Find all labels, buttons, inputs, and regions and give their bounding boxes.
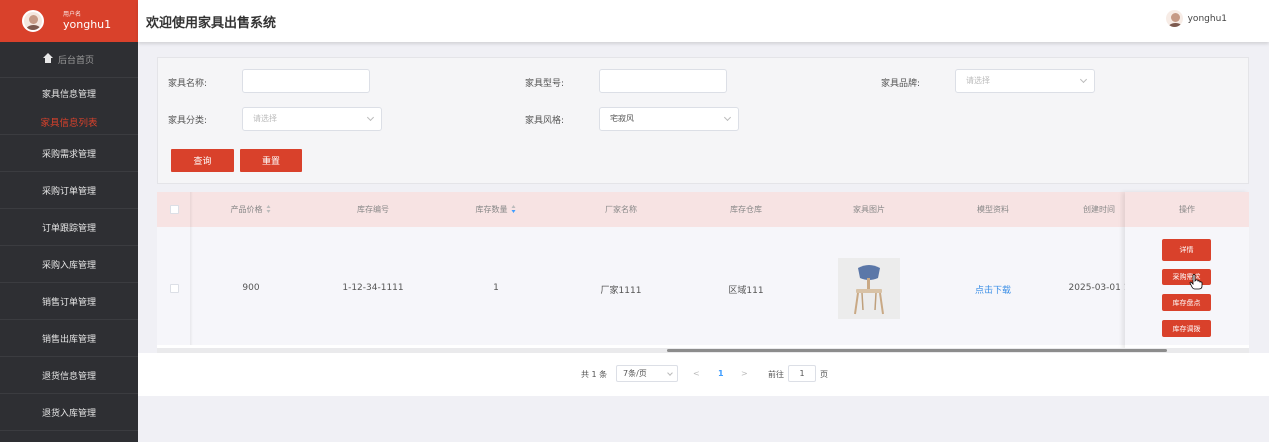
hand-cursor-icon — [1189, 274, 1203, 290]
brand-select[interactable]: 请选择 — [955, 69, 1095, 93]
sidebar-item-label: 后台首页 — [57, 56, 94, 66]
query-button[interactable]: 查询 — [171, 149, 234, 172]
header-user-menu[interactable]: yonghu1 — [1165, 10, 1227, 27]
home-icon — [42, 52, 53, 64]
sidebar-item-furniture-list[interactable]: 家具信息列表 — [0, 109, 138, 135]
data-table: 产品价格 库存编号 库存数量 厂家名称 库存仓库 家具图片 模型资料 创建时间 … — [157, 192, 1249, 353]
sort-icon[interactable] — [511, 205, 517, 213]
chevron-down-icon — [1079, 75, 1088, 84]
chair-image — [838, 258, 900, 319]
inventory-transfer-button[interactable]: 库存调拨 — [1162, 320, 1211, 337]
user-name: yonghu1 — [63, 18, 112, 31]
download-link[interactable]: 点击下载 — [975, 283, 1011, 296]
model-label: 家具型号: — [525, 79, 565, 89]
sidebar-item-sales-outbound[interactable]: 销售出库管理 — [0, 320, 138, 357]
chevron-down-icon — [667, 370, 673, 376]
pagination: 共 1 条 7条/页 < 1 > 前往 1 页 — [138, 353, 1269, 396]
header-user-name: yonghu1 — [1187, 13, 1227, 24]
col-created: 创建时间 — [1083, 205, 1115, 214]
detail-button[interactable]: 详情 — [1162, 239, 1211, 261]
sidebar-item-sales-order[interactable]: 销售订单管理 — [0, 283, 138, 320]
search-panel: 家具名称: 家具型号: 家具品牌: 请选择 家具分类: 请选择 家具风格: 宅寂… — [157, 57, 1249, 184]
category-select[interactable]: 请选择 — [242, 107, 382, 131]
cell-stock-no: 1-12-34-1111 — [342, 283, 404, 293]
brand-label: 家具品牌: — [881, 79, 921, 89]
col-price[interactable]: 产品价格 — [231, 204, 272, 215]
furniture-image — [838, 258, 900, 319]
sidebar-item-order-tracking[interactable]: 订单跟踪管理 — [0, 209, 138, 246]
category-placeholder: 请选择 — [253, 114, 277, 123]
sidebar-item-purchase-inbound[interactable]: 采购入库管理 — [0, 246, 138, 283]
col-manufacturer: 厂家名称 — [605, 205, 637, 214]
name-label: 家具名称: — [168, 79, 208, 89]
chevron-down-icon — [366, 113, 375, 122]
col-warehouse: 库存仓库 — [730, 205, 762, 214]
sort-icon[interactable] — [266, 205, 272, 213]
purchase-demand-button[interactable]: 采购需求 — [1162, 269, 1211, 285]
top-header: 欢迎使用家具出售系统 yonghu1 — [138, 0, 1269, 42]
col-quantity[interactable]: 库存数量 — [476, 204, 517, 215]
cell-warehouse: 区域111 — [728, 286, 764, 296]
col-model-doc: 模型资料 — [977, 205, 1009, 214]
name-input[interactable] — [242, 69, 370, 93]
page-1-button[interactable]: 1 — [718, 369, 724, 378]
style-label: 家具风格: — [525, 116, 565, 126]
table-header: 产品价格 库存编号 库存数量 厂家名称 库存仓库 家具图片 模型资料 创建时间 — [157, 192, 1249, 227]
cell-manufacturer: 厂家1111 — [600, 286, 642, 296]
sidebar-group-furniture[interactable]: 家具信息管理 — [0, 78, 138, 109]
cell-price: 900 — [242, 283, 260, 293]
next-page-button[interactable]: > — [741, 369, 748, 378]
sidebar-item-purchase-demand[interactable]: 采购需求管理 — [0, 135, 138, 172]
page-suffix: 页 — [820, 370, 828, 379]
page-size-select[interactable]: 7条/页 — [616, 365, 678, 382]
sidebar: 用户名 yonghu1 后台首页 家具信息管理 家具信息列表 采购需求管理 采购… — [0, 0, 138, 442]
reset-button[interactable]: 重置 — [240, 149, 302, 172]
category-label: 家具分类: — [168, 116, 208, 126]
goto-label: 前往 — [768, 370, 784, 379]
header-avatar — [1165, 10, 1183, 27]
sidebar-item-purchase-order[interactable]: 采购订单管理 — [0, 172, 138, 209]
inventory-check-button[interactable]: 库存盘点 — [1162, 294, 1211, 311]
style-select[interactable]: 宅寂风 — [599, 107, 739, 131]
col-stock-no: 库存编号 — [357, 205, 389, 214]
sidebar-item-home[interactable]: 后台首页 — [0, 42, 138, 78]
row-checkbox[interactable] — [170, 284, 179, 293]
actions-column: 操作 详情 采购需求 库存盘点 库存调拨 — [1125, 192, 1249, 350]
cell-created: 2025-03-01 1 — [1068, 283, 1130, 293]
goto-page-input[interactable]: 1 — [788, 365, 816, 382]
col-image: 家具图片 — [853, 205, 885, 214]
user-label: 用户名 — [63, 10, 82, 18]
brand-placeholder: 请选择 — [966, 76, 990, 85]
select-all-checkbox[interactable] — [170, 205, 179, 214]
page-title: 欢迎使用家具出售系统 — [146, 16, 277, 31]
col-actions: 操作 — [1125, 192, 1249, 227]
sidebar-user-panel: 用户名 yonghu1 — [0, 0, 138, 42]
cell-quantity: 1 — [493, 283, 499, 293]
horizontal-scrollbar-thumb[interactable] — [667, 349, 1167, 352]
sidebar-item-return-info[interactable]: 退货信息管理 — [0, 357, 138, 394]
sidebar-item-return-inbound[interactable]: 退货入库管理 — [0, 394, 138, 431]
style-value: 宅寂风 — [610, 114, 634, 123]
user-avatar — [22, 10, 44, 32]
model-input[interactable] — [599, 69, 727, 93]
chevron-down-icon — [723, 113, 732, 122]
prev-page-button[interactable]: < — [693, 369, 700, 378]
total-count: 共 1 条 — [581, 370, 608, 379]
